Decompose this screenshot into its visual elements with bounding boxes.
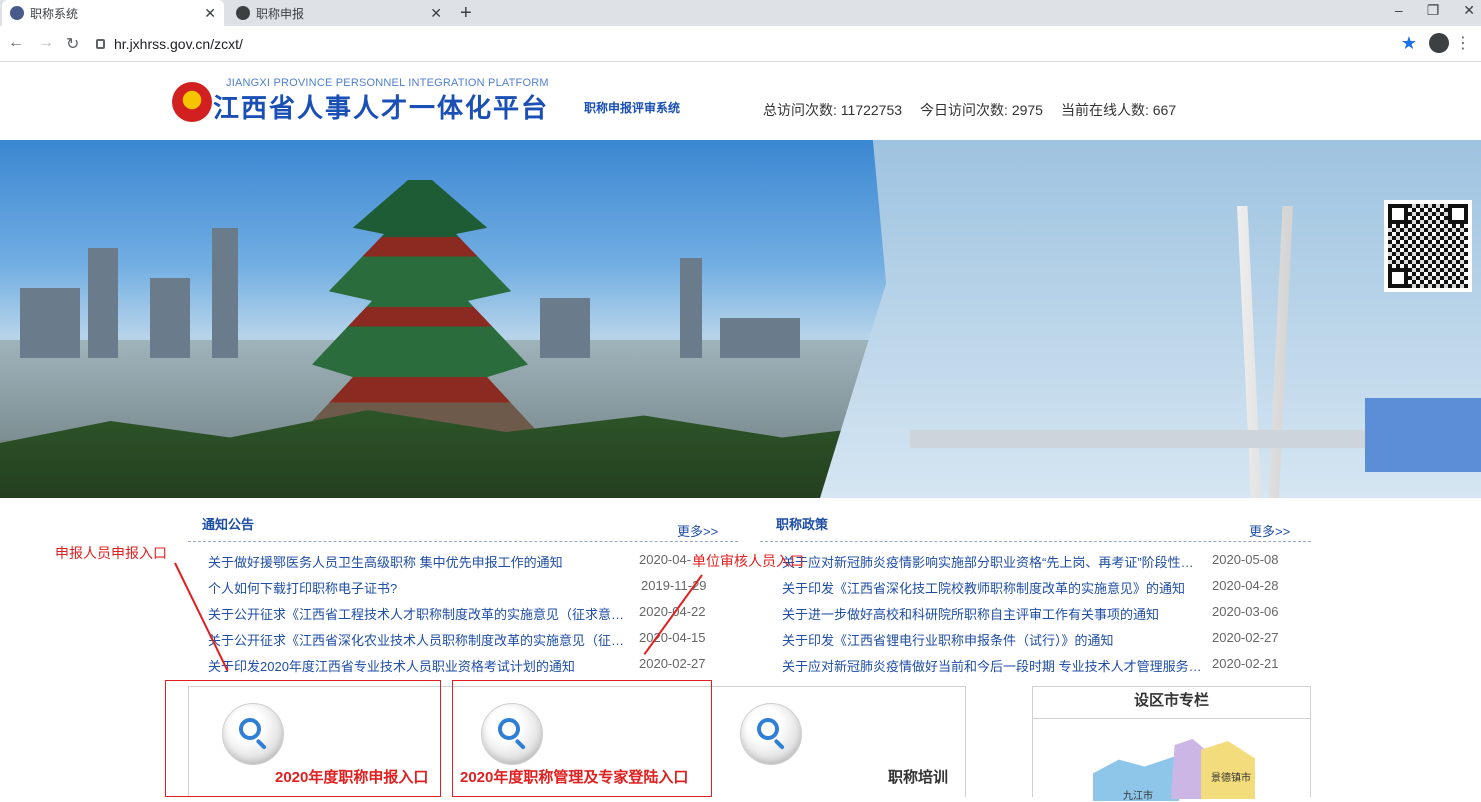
map-label: 九江市 bbox=[1123, 791, 1153, 802]
policy-date: 2020-03-06 bbox=[1212, 604, 1279, 619]
lock-icon bbox=[96, 39, 105, 49]
notice-item[interactable]: 关于公开征求《江西省深化农业技术人员职称制度改革的实施意见（征… bbox=[208, 630, 628, 650]
search-icon[interactable] bbox=[740, 703, 802, 765]
search-icon[interactable] bbox=[222, 703, 284, 765]
notices-divider bbox=[188, 541, 738, 542]
restore-icon[interactable]: ❐ bbox=[1427, 2, 1440, 19]
notice-date: 2020-02-27 bbox=[639, 656, 706, 671]
notices-title: 通知公告 bbox=[202, 517, 255, 532]
qr-finder bbox=[1388, 204, 1408, 224]
policy-item[interactable]: 关于印发《江西省锂电行业职称申报条件（试行）》的通知 bbox=[782, 630, 1202, 650]
banner-building bbox=[212, 228, 238, 358]
qr-finder bbox=[1388, 268, 1408, 288]
tab-zhicheng-system[interactable]: 职称系统 ✕ bbox=[2, 0, 224, 26]
tab-zhicheng-apply[interactable]: 职称申报 ✕ bbox=[228, 0, 450, 26]
total-visits: 总访问次数: 11722753 bbox=[763, 102, 903, 118]
jiangxi-city-map[interactable]: 九江市 景德镇市 bbox=[1093, 735, 1255, 802]
tab-title: 职称系统 bbox=[30, 6, 79, 21]
notice-item[interactable]: 关于印发2020年度江西省专业技术人员职业资格考试计划的通知 bbox=[208, 656, 628, 676]
url-field[interactable]: hr.jxhrss.gov.cn/zcxt/ bbox=[96, 33, 243, 55]
apply-entry-button[interactable]: 2020年度职称申报入口 bbox=[275, 766, 428, 787]
lens-glass bbox=[757, 718, 779, 740]
policy-title: 职称政策 bbox=[776, 517, 829, 532]
notice-item[interactable]: 关于公开征求《江西省工程技术人才职称制度改革的实施意见（征求意… bbox=[208, 604, 628, 624]
city-column-panel: 设区市专栏 九江市 景德镇市 bbox=[1032, 686, 1311, 802]
policy-date: 2020-05-08 bbox=[1212, 552, 1279, 567]
notices-more-link[interactable]: 更多>> bbox=[677, 521, 718, 540]
search-icon[interactable] bbox=[481, 703, 543, 765]
training-entry-button[interactable]: 职称培训 bbox=[888, 766, 948, 787]
reload-icon[interactable]: ↻ bbox=[66, 34, 79, 54]
forward-arrow-icon[interactable]: → bbox=[38, 34, 54, 52]
policy-date: 2020-02-27 bbox=[1212, 630, 1279, 645]
notice-item[interactable]: 关于做好援鄂医务人员卫生高级职称 集中优先申报工作的通知 bbox=[208, 552, 628, 572]
banner-building bbox=[680, 258, 702, 358]
banner-building bbox=[20, 288, 80, 358]
city-column-title: 设区市专栏 bbox=[1033, 687, 1310, 719]
new-tab-plus-icon[interactable]: + bbox=[460, 2, 472, 25]
profile-avatar-icon[interactable] bbox=[1429, 33, 1449, 53]
lens-glass bbox=[239, 718, 261, 740]
hero-banner bbox=[0, 140, 1481, 498]
banner-building bbox=[150, 278, 190, 358]
tab-close-icon[interactable]: ✕ bbox=[430, 5, 442, 22]
url-text: hr.jxhrss.gov.cn/zcxt/ bbox=[114, 36, 243, 52]
browser-tab-bar: 职称系统 ✕ 职称申报 ✕ + – ❐ ✕ bbox=[0, 0, 1481, 26]
annotation-applicant-entry: 申报人员申报入口 bbox=[55, 545, 167, 561]
address-bar: ← → ↻ hr.jxhrss.gov.cn/zcxt/ ★ ⋮ bbox=[0, 26, 1481, 62]
banner-side-block bbox=[1365, 398, 1481, 472]
national-emblem-icon bbox=[172, 82, 212, 122]
banner-building bbox=[720, 318, 800, 358]
banner-building bbox=[88, 248, 118, 358]
tab-title: 职称申报 bbox=[256, 6, 305, 21]
minimize-icon[interactable]: – bbox=[1395, 2, 1403, 19]
policy-more-link[interactable]: 更多>> bbox=[1249, 521, 1290, 540]
lens-handle bbox=[255, 738, 267, 750]
tab-close-icon[interactable]: ✕ bbox=[204, 5, 216, 22]
lens-handle bbox=[773, 738, 785, 750]
policy-date: 2020-02-21 bbox=[1212, 656, 1279, 671]
qr-code bbox=[1384, 200, 1472, 292]
window-controls: – ❐ ✕ bbox=[1395, 2, 1475, 19]
menu-kebab-icon[interactable]: ⋮ bbox=[1455, 33, 1471, 53]
policy-item[interactable]: 关于应对新冠肺炎疫情影响实施部分职业资格“先上岗、再考证”阶段性… bbox=[782, 552, 1202, 572]
site-header: JIANGXI PROVINCE PERSONNEL INTEGRATION P… bbox=[0, 62, 1481, 140]
policy-item[interactable]: 关于进一步做好高校和科研院所职称自主评审工作有关事项的通知 bbox=[782, 604, 1202, 624]
globe-icon bbox=[236, 6, 250, 20]
logo-chinese: 江西省人事人才一体化平台 bbox=[213, 94, 550, 124]
site-favicon-icon bbox=[10, 6, 24, 20]
close-window-icon[interactable]: ✕ bbox=[1463, 2, 1475, 19]
logo-subtitle: 职称申报评审系统 bbox=[584, 101, 681, 115]
lens-handle bbox=[514, 738, 526, 750]
policy-item[interactable]: 关于应对新冠肺炎疫情做好当前和今后一段时期 专业技术人才管理服务… bbox=[782, 656, 1202, 676]
visit-stats: 总访问次数: 11722753 今日访问次数: 2975 当前在线人数: 667 bbox=[763, 100, 1176, 120]
notice-date: 2020-04- bbox=[639, 552, 692, 567]
bookmark-star-icon[interactable]: ★ bbox=[1401, 33, 1417, 54]
annotation-unit-entry: 单位审核人员入口 bbox=[692, 553, 804, 569]
manage-expert-entry-button[interactable]: 2020年度职称管理及专家登陆入口 bbox=[460, 766, 688, 787]
banner-building bbox=[540, 298, 590, 358]
qr-finder bbox=[1448, 204, 1468, 224]
notice-date: 2020-04-15 bbox=[639, 630, 706, 645]
back-arrow-icon[interactable]: ← bbox=[8, 34, 24, 52]
policy-item[interactable]: 关于印发《江西省深化技工院校教师职称制度改革的实施意见》的通知 bbox=[782, 578, 1202, 598]
online-users: 当前在线人数: 667 bbox=[1060, 102, 1177, 118]
notice-item[interactable]: 个人如何下载打印职称电子证书? bbox=[208, 578, 628, 598]
map-label: 景德镇市 bbox=[1211, 773, 1251, 784]
today-visits: 今日访问次数: 2975 bbox=[920, 102, 1043, 118]
lens-glass bbox=[498, 718, 520, 740]
policy-date: 2020-04-28 bbox=[1212, 578, 1279, 593]
policy-divider bbox=[760, 541, 1311, 542]
